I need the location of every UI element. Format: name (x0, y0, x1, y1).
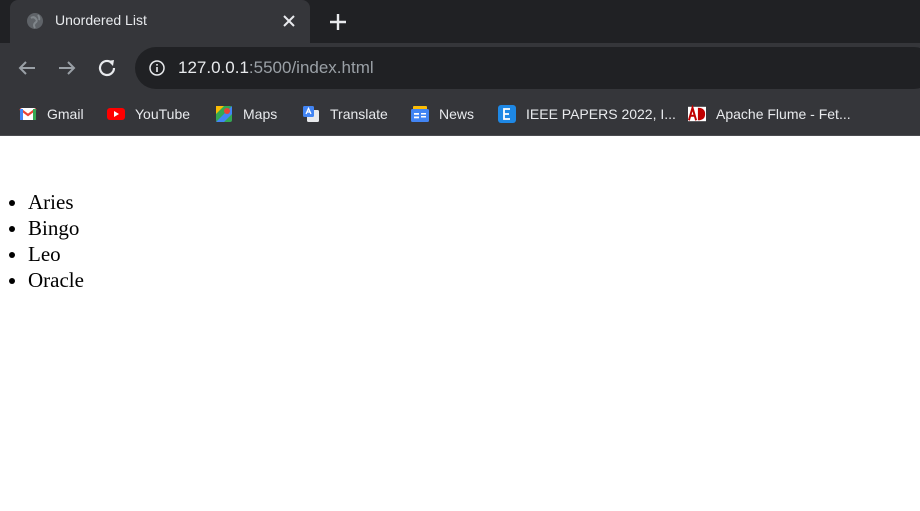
bookmark-label: Gmail (47, 106, 84, 122)
bookmark-label: Translate (330, 106, 388, 122)
url-host: 127.0.0.1 (178, 58, 249, 77)
bookmark-apache-flume[interactable]: Apache Flume - Fet... (688, 104, 851, 124)
bookmark-translate[interactable]: Translate (302, 104, 388, 124)
youtube-icon (107, 108, 125, 120)
tab-title: Unordered List (55, 12, 147, 28)
list-item: Bingo (28, 215, 84, 241)
bookmarks-bar: Gmail YouTube Maps Translate News IEEE P… (0, 93, 920, 136)
bookmark-label: News (439, 106, 475, 122)
bookmark-ieee-papers[interactable]: IEEE PAPERS 2022, I... (498, 104, 676, 124)
address-bar[interactable]: 127.0.0.1:5500/index.html (135, 47, 920, 89)
url-text: 127.0.0.1:5500/index.html (178, 58, 374, 78)
page-content: Aries Bingo Leo Oracle (0, 136, 920, 511)
browser-toolbar: 127.0.0.1:5500/index.html (0, 43, 920, 93)
translate-icon (303, 106, 319, 122)
bookmark-label: Maps (243, 106, 278, 122)
bookmark-maps[interactable]: Maps (215, 104, 277, 124)
bookmark-news[interactable]: News (411, 104, 474, 124)
info-icon[interactable] (149, 60, 165, 76)
back-arrow-icon[interactable] (15, 56, 39, 80)
close-icon[interactable] (281, 13, 297, 29)
tab-unordered-list[interactable]: Unordered List (10, 0, 310, 43)
list-item: Oracle (28, 267, 84, 293)
gmail-icon (19, 108, 37, 120)
unordered-list: Aries Bingo Leo Oracle (28, 189, 84, 293)
list-item: Aries (28, 189, 84, 215)
bookmark-label: IEEE PAPERS 2022, I... (526, 106, 676, 122)
maps-icon (216, 106, 232, 122)
ad-icon (688, 105, 706, 122)
new-tab-plus-icon[interactable] (328, 12, 348, 32)
bookmark-label: YouTube (135, 106, 191, 122)
reload-icon[interactable] (95, 56, 119, 80)
bookmark-youtube[interactable]: YouTube (107, 104, 190, 124)
forward-arrow-icon[interactable] (55, 56, 79, 80)
news-icon (411, 106, 429, 122)
list-item: Leo (28, 241, 84, 267)
e-icon (498, 105, 516, 123)
bookmark-gmail[interactable]: Gmail (19, 104, 84, 124)
tab-strip: Unordered List (0, 0, 920, 43)
bookmark-label: Apache Flume - Fet... (716, 106, 851, 122)
globe-icon (27, 13, 43, 29)
url-path: :5500/index.html (248, 58, 374, 77)
